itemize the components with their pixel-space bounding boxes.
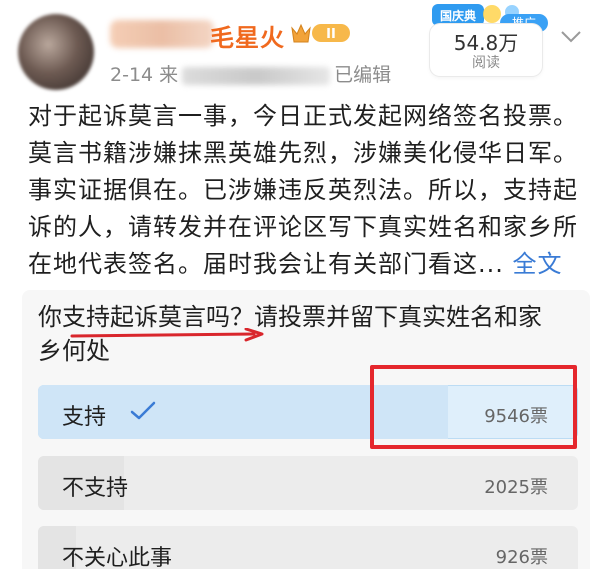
crown-badge-icon: II xyxy=(291,23,350,43)
avatar[interactable] xyxy=(18,14,94,90)
poll-option-votes: 926票 xyxy=(495,547,548,568)
poll-option-oppose[interactable]: 不支持 2025票 xyxy=(38,456,578,510)
post-line: 事实证据俱在。已涉嫌违反英烈法。所以，支持起 xyxy=(28,176,578,204)
post-body: 对于起诉莫言一事，今日正式发起网络签名投票。 莫言书籍涉嫌抹黑英雄先烈，涉嫌美化… xyxy=(28,98,588,283)
edited-label[interactable]: 已编辑 xyxy=(334,64,391,86)
post-line: 对于起诉莫言一事，今日正式发起网络签名投票。 xyxy=(28,102,578,130)
read-count-box: 54.8万 阅读 xyxy=(430,24,542,76)
red-highlight-box xyxy=(370,365,577,449)
author-name[interactable]: 毛星火 xyxy=(210,18,285,53)
post-meta: 2-14 来 已编辑 xyxy=(110,60,391,87)
post-line: 诉的人，请转发并在评论区写下真实姓名和家乡所 xyxy=(28,213,578,241)
poll-option-label: 不支持 xyxy=(62,476,129,501)
read-more-link[interactable]: 全文 xyxy=(513,250,563,278)
badge-text: II xyxy=(326,27,336,42)
poll-option-indifferent[interactable]: 不关心此事 926票 xyxy=(38,526,578,569)
blurred-source xyxy=(182,66,331,85)
post-line: 莫言书籍涉嫌抹黑英雄先烈，涉嫌美化侵华日军。 xyxy=(28,139,578,167)
blurred-username xyxy=(110,20,214,48)
chevron-down-icon[interactable] xyxy=(560,30,582,44)
poll-option-label: 不关心此事 xyxy=(62,546,173,569)
read-count: 54.8万 xyxy=(453,31,519,55)
checkmark-icon xyxy=(130,401,156,420)
post-line: 在地代表签名。届时我会让有关部门看这... xyxy=(28,250,504,278)
post-date: 2-14 xyxy=(110,64,154,86)
red-arrow-annotation xyxy=(70,328,264,342)
read-label: 阅读 xyxy=(472,55,500,71)
post-line-last: 在地代表签名。届时我会让有关部门看这... 全文 xyxy=(28,246,588,283)
source-prefix: 来 xyxy=(159,64,179,86)
promo-tag: 国庆典 xyxy=(440,8,476,23)
poll-option-votes: 2025票 xyxy=(484,477,548,498)
poll-option-label: 支持 xyxy=(62,405,107,430)
